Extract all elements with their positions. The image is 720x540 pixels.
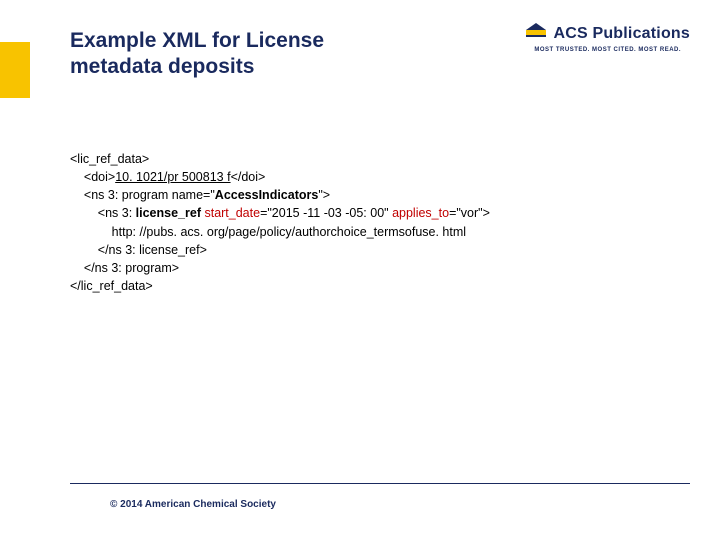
code-text: <ns 3: program name=" bbox=[70, 188, 215, 202]
attr-start-date-key: start_date bbox=[204, 206, 260, 220]
doi-value: 10. 1021/pr 500813 f bbox=[115, 170, 230, 184]
code-line: <lic_ref_data> bbox=[70, 150, 680, 168]
code-line: http: //pubs. acs. org/page/policy/autho… bbox=[70, 223, 680, 241]
title-line-1: Example XML for License bbox=[70, 29, 324, 52]
code-text: <lic_ref_data> bbox=[70, 152, 149, 166]
header: Example XML for License metadata deposit… bbox=[70, 28, 700, 81]
code-line: </ns 3: license_ref> bbox=[70, 241, 680, 259]
acs-logo-icon bbox=[525, 22, 547, 45]
accent-bar bbox=[0, 42, 30, 98]
code-line: <ns 3: license_ref start_date="2015 -11 … bbox=[70, 204, 680, 222]
acs-logo-block: ACS Publications MOST TRUSTED. MOST CITE… bbox=[525, 22, 690, 53]
code-text: ="vor"> bbox=[449, 206, 490, 220]
copyright-text: © 2014 American Chemical Society bbox=[110, 499, 276, 510]
page-title: Example XML for License metadata deposit… bbox=[70, 28, 324, 81]
footer-divider bbox=[70, 483, 690, 484]
code-text: ="2015 -11 -03 -05: 00" bbox=[260, 206, 392, 220]
code-text: <doi> bbox=[70, 170, 115, 184]
attr-name-bold: AccessIndicators bbox=[215, 188, 319, 202]
code-line: <ns 3: program name="AccessIndicators"> bbox=[70, 186, 680, 204]
title-line-2: metadata deposits bbox=[70, 55, 254, 78]
acs-logo-text: ACS Publications bbox=[553, 25, 690, 43]
code-text: </doi> bbox=[231, 170, 266, 184]
acs-logo-tagline: MOST TRUSTED. MOST CITED. MOST READ. bbox=[534, 47, 681, 53]
code-text: </ns 3: program> bbox=[70, 261, 179, 275]
element-name-bold: license_ref bbox=[136, 206, 201, 220]
code-text: <ns 3: bbox=[70, 206, 136, 220]
code-line: </ns 3: program> bbox=[70, 259, 680, 277]
code-url: http: //pubs. acs. org/page/policy/autho… bbox=[70, 225, 466, 239]
code-line: </lic_ref_data> bbox=[70, 277, 680, 295]
code-line: <doi>10. 1021/pr 500813 f</doi> bbox=[70, 168, 680, 186]
xml-code-block: <lic_ref_data> <doi>10. 1021/pr 500813 f… bbox=[70, 150, 680, 295]
attr-applies-to-key: applies_to bbox=[392, 206, 449, 220]
acs-logo-row: ACS Publications bbox=[525, 22, 690, 45]
code-text: "> bbox=[318, 188, 330, 202]
code-text: </ns 3: license_ref> bbox=[70, 243, 207, 257]
code-text: </lic_ref_data> bbox=[70, 279, 153, 293]
